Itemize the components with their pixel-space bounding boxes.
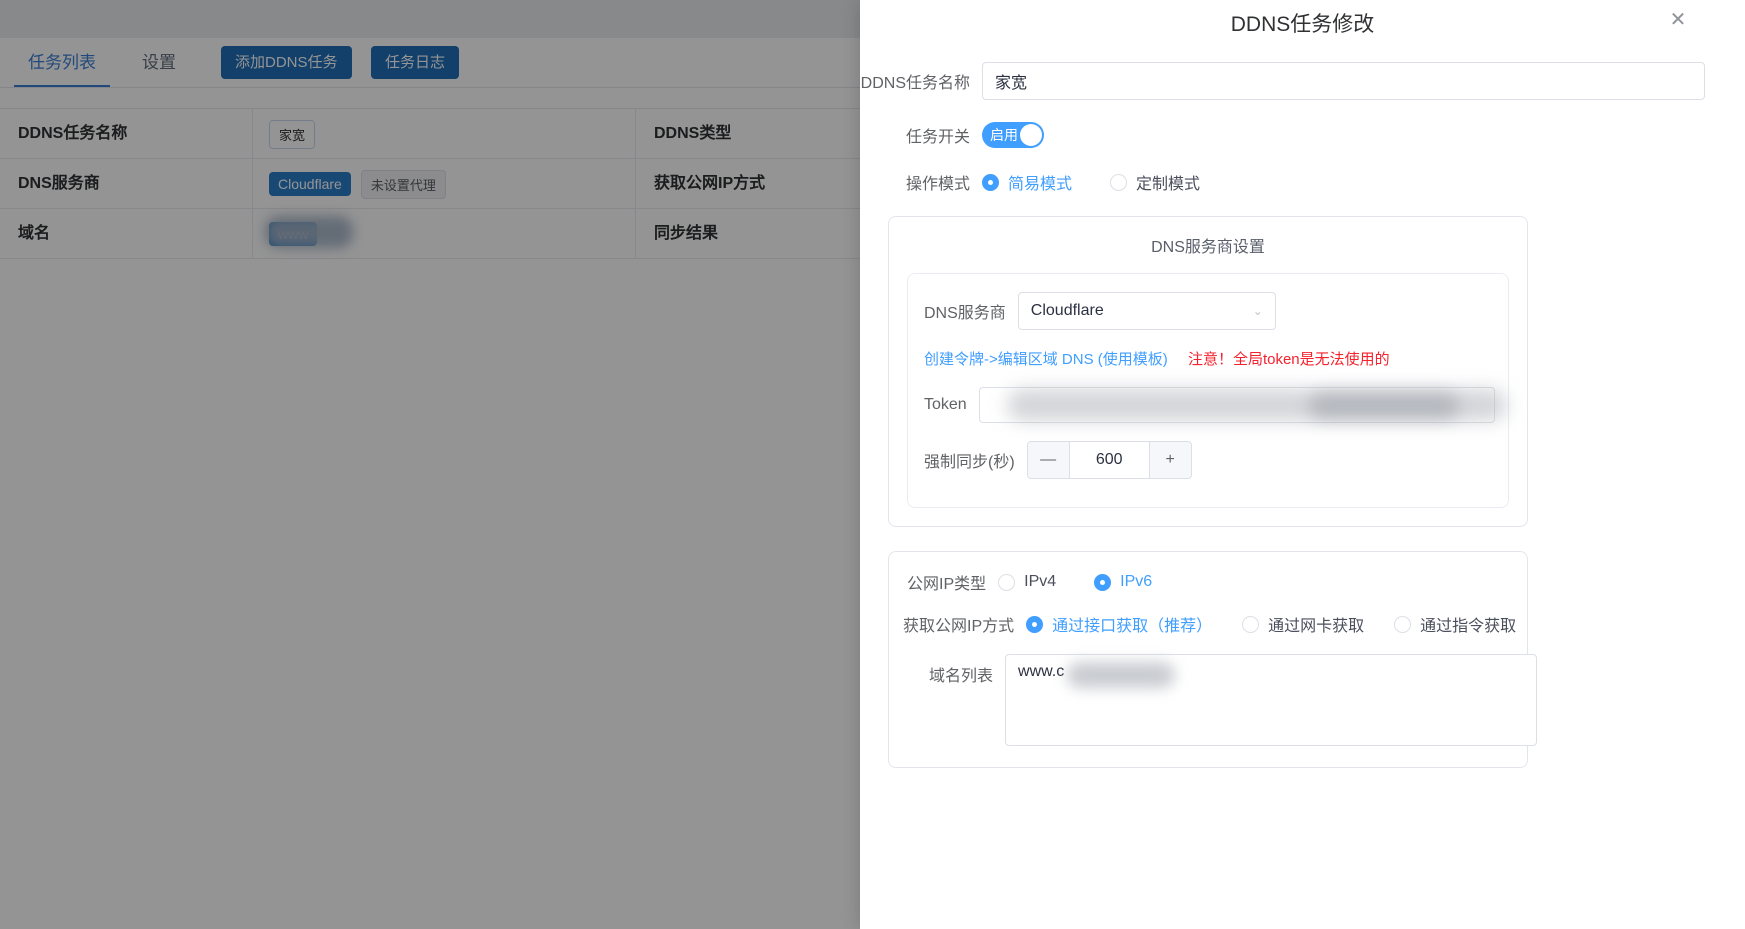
dialog-body: DDNS任务名称 任务开关 启用 操作模式 简易模式 xyxy=(860,62,1745,768)
dns-provider-card: DNS服务商设置 DNS服务商 Cloudflare ⌄ 创建令牌->编辑区域 … xyxy=(888,216,1528,527)
token-row: Token xyxy=(924,387,1507,423)
modal-backdrop[interactable] xyxy=(0,0,800,929)
dns-provider-value: Cloudflare xyxy=(1030,302,1104,319)
dns-card-inner: DNS服务商 Cloudflare ⌄ 创建令牌->编辑区域 DNS (使用模板… xyxy=(907,273,1509,508)
task-name-row: DDNS任务名称 xyxy=(860,62,1705,100)
radio-fetch-command[interactable]: 通过指令获取 xyxy=(1394,612,1516,636)
radio-dot-icon xyxy=(1094,573,1112,591)
radio-label: 通过网卡获取 xyxy=(1268,618,1365,635)
token-input-wrap xyxy=(978,387,1507,423)
token-hint-line: 创建令牌->编辑区域 DNS (使用模板) 注意！全局token是无法使用的 xyxy=(924,348,1492,369)
decrement-button[interactable]: — xyxy=(1027,442,1070,478)
radio-label: 定制模式 xyxy=(1136,176,1201,193)
task-switch-label: 任务开关 xyxy=(905,129,970,146)
fetch-method-row: 获取公网IP方式 通过接口获取（推荐） 通过网卡获取 通过指令获取 xyxy=(889,612,1527,636)
radio-dot-icon xyxy=(982,173,999,191)
radio-label: 通过指令获取 xyxy=(1420,618,1517,635)
ip-type-label: 公网IP类型 xyxy=(907,576,987,593)
fetch-method-label: 获取公网IP方式 xyxy=(903,618,1015,635)
operation-mode-radios: 简易模式 定制模式 xyxy=(982,170,1200,194)
ddns-edit-dialog: DDNS任务修改 ✕ DDNS任务名称 任务开关 启用 操作模式 xyxy=(860,0,1745,929)
dns-card-title: DNS服务商设置 xyxy=(1151,239,1265,256)
dialog-title: DDNS任务修改 xyxy=(1230,13,1375,36)
dialog-header: DDNS任务修改 ✕ xyxy=(860,0,1745,62)
radio-label: 简易模式 xyxy=(1008,176,1073,193)
task-switch-row: 任务开关 启用 xyxy=(860,122,1705,148)
increment-button[interactable]: + xyxy=(1148,442,1191,478)
create-token-link[interactable]: 创建令牌->编辑区域 DNS (使用模板) xyxy=(924,351,1168,368)
radio-dot-icon xyxy=(1242,615,1260,633)
radio-dot-icon xyxy=(998,573,1016,591)
radio-ipv4[interactable]: IPv4 xyxy=(998,573,1056,591)
modal-backdrop-right[interactable] xyxy=(800,0,860,929)
dns-provider-select[interactable]: Cloudflare ⌄ xyxy=(1017,292,1276,330)
domain-list-row: 域名列表 xyxy=(889,654,1538,751)
close-icon[interactable]: ✕ xyxy=(1666,8,1690,32)
ip-settings-card: 公网IP类型 IPv4 IPv6 获取公网IP方式 通过接口获取（推荐） 通过网… xyxy=(888,551,1538,768)
sync-interval-stepper[interactable]: — 600 + xyxy=(1026,441,1192,479)
token-label: Token xyxy=(924,396,967,413)
dns-provider-row: DNS服务商 Cloudflare ⌄ xyxy=(924,292,1492,330)
operation-mode-label: 操作模式 xyxy=(905,176,970,193)
radio-label: IPv4 xyxy=(1024,573,1057,590)
operation-mode-row: 操作模式 简易模式 定制模式 xyxy=(860,170,1705,194)
domain-list-wrap xyxy=(1005,654,1538,751)
token-warning-text: 注意！全局token是无法使用的 xyxy=(1187,351,1390,368)
switch-knob xyxy=(1020,124,1042,146)
token-input[interactable] xyxy=(978,387,1495,423)
radio-dot-icon xyxy=(1026,615,1044,633)
sync-interval-value[interactable]: 600 xyxy=(1070,451,1149,469)
ip-type-row: 公网IP类型 IPv4 IPv6 xyxy=(889,570,1527,594)
dns-provider-label: DNS服务商 xyxy=(924,305,1006,322)
domain-list-label: 域名列表 xyxy=(929,668,994,685)
fetch-method-radios: 通过接口获取（推荐） 通过网卡获取 通过指令获取 xyxy=(1026,612,1516,636)
radio-label: IPv6 xyxy=(1120,573,1153,590)
task-name-input[interactable] xyxy=(982,62,1705,100)
domain-list-textarea[interactable] xyxy=(1005,654,1538,746)
radio-dot-icon xyxy=(1110,173,1128,191)
task-switch-state: 启用 xyxy=(990,127,1018,143)
sync-interval-label: 强制同步(秒) xyxy=(924,454,1015,471)
chevron-down-icon: ⌄ xyxy=(1252,304,1263,318)
radio-fetch-nic[interactable]: 通过网卡获取 xyxy=(1242,612,1364,636)
task-switch-toggle[interactable]: 启用 xyxy=(982,122,1044,148)
ip-type-radios: IPv4 IPv6 xyxy=(998,573,1152,591)
radio-dot-icon xyxy=(1394,615,1412,633)
radio-label: 通过接口获取（推荐） xyxy=(1052,618,1213,635)
radio-simple-mode[interactable]: 简易模式 xyxy=(982,170,1072,194)
task-name-label: DDNS任务名称 xyxy=(860,75,970,92)
radio-fetch-api[interactable]: 通过接口获取（推荐） xyxy=(1026,612,1212,636)
radio-ipv6[interactable]: IPv6 xyxy=(1094,573,1152,591)
sync-interval-row: 强制同步(秒) — 600 + xyxy=(924,441,1492,479)
radio-custom-mode[interactable]: 定制模式 xyxy=(1110,170,1200,194)
